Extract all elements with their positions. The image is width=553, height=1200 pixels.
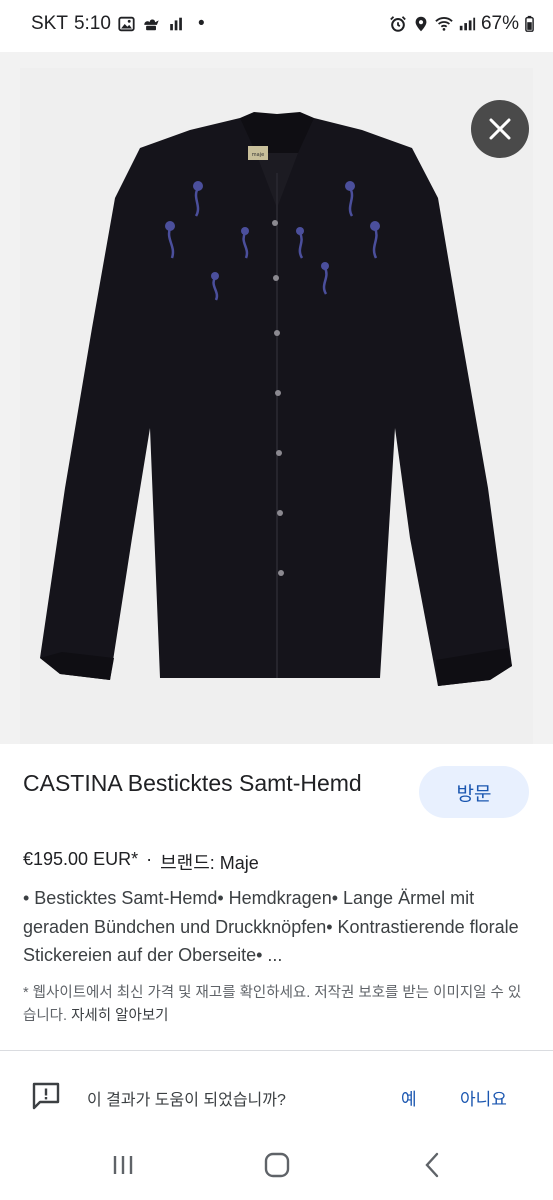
navigation-bar [0,1136,553,1200]
product-image-area[interactable]: maje [0,52,553,744]
alarm-icon [390,16,406,32]
wifi-icon [435,17,453,31]
feedback-no-button[interactable]: 아니요 [460,1085,507,1110]
price-notice: * 웹사이트에서 최신 가격 및 재고를 확인하세요. 저작권 보호를 받는 이… [23,982,528,1028]
battery-percent: 67% [480,13,519,34]
visit-button[interactable]: 방문 [419,766,529,818]
back-button[interactable] [414,1150,450,1180]
close-icon [489,118,511,140]
brand-label-text: maje [252,152,264,158]
back-icon [425,1152,439,1178]
feedback-question: 이 결과가 도움이 되었습니까? [87,1092,286,1109]
shirt-image: maje [40,112,512,686]
feedback-row: 이 결과가 도움이 되었습니까? 예 아니요 [0,1075,553,1119]
status-bar: SKT 5:10 • 67% [0,0,553,52]
signal-icon [459,17,476,31]
price-brand-line: €195.00 EUR* · 브랜드: Maje [23,849,259,875]
recent-apps-icon [113,1156,133,1174]
chart-icon [170,17,182,31]
feedback-icon [32,1082,60,1110]
learn-more-link[interactable]: 자세히 알아보기 [71,1008,168,1024]
status-left: SKT 5:10 • [31,13,205,35]
product-price: €195.00 EUR* [23,849,139,869]
divider [0,1050,553,1051]
close-button[interactable] [471,100,529,158]
location-icon [415,16,427,32]
home-button[interactable] [259,1150,295,1180]
home-icon [264,1152,290,1178]
product-image: maje [20,68,533,744]
status-dot: • [197,13,205,34]
product-description: • Besticktes Samt-Hemd• Hemdkragen• Lang… [23,888,519,965]
product-brand: 브랜드: Maje [160,853,259,873]
separator: · [146,849,153,869]
product-title[interactable]: CASTINA Besticktes Samt-Hemd [23,766,383,800]
chef-hat-icon [144,19,159,31]
carrier: SKT [31,13,68,34]
recent-apps-button[interactable] [105,1150,141,1180]
battery-icon [525,15,534,32]
status-right: 67% [389,13,535,35]
clock: 5:10 [73,13,111,34]
feedback-yes-button[interactable]: 예 [401,1085,417,1110]
image-icon [118,16,135,32]
